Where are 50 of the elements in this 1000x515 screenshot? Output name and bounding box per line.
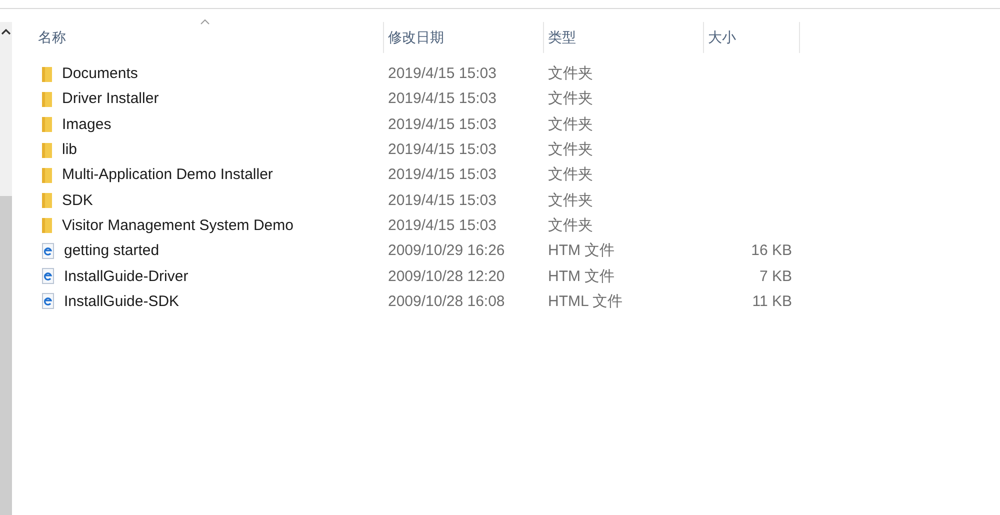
modified-date: 2019/4/15 15:03 xyxy=(388,216,496,234)
modified-date: 2019/4/15 15:03 xyxy=(388,141,496,158)
file-type: HTM 文件 xyxy=(548,241,615,260)
file-type: HTML 文件 xyxy=(548,292,622,311)
modified-date: 2019/4/15 15:03 xyxy=(388,166,496,184)
folder-icon xyxy=(42,192,52,208)
file-type: 文件夹 xyxy=(548,89,593,108)
file-type: 文件夹 xyxy=(548,114,593,134)
modified-date: 2019/4/15 15:03 xyxy=(388,116,496,133)
web-file-icon xyxy=(42,242,54,259)
file-type: 文件夹 xyxy=(548,216,593,235)
modified-date: 2019/4/15 15:03 xyxy=(388,192,496,209)
file-name[interactable]: Documents xyxy=(62,65,138,82)
file-name[interactable]: Multi-Application Demo Installer xyxy=(62,166,273,184)
file-name[interactable]: InstallGuide-Driver xyxy=(64,268,188,285)
scrollbar-thumb[interactable] xyxy=(0,196,12,515)
modified-date: 2009/10/28 16:08 xyxy=(388,292,505,310)
file-size: 16 KB xyxy=(751,242,792,260)
file-type: HTM 文件 xyxy=(548,266,615,286)
file-name[interactable]: Driver Installer xyxy=(62,90,159,108)
file-name[interactable]: getting started xyxy=(64,242,160,260)
folder-icon xyxy=(42,116,52,132)
folder-icon xyxy=(42,142,52,158)
file-type: 文件夹 xyxy=(548,140,593,160)
scroll-up-icon[interactable] xyxy=(1,28,11,36)
file-size: 7 KB xyxy=(759,268,792,285)
file-name[interactable]: InstallGuide-SDK xyxy=(64,292,180,310)
folder-icon xyxy=(42,90,52,107)
file-name[interactable]: Images xyxy=(62,116,112,133)
file-name[interactable]: SDK xyxy=(62,192,93,209)
file-type: 文件夹 xyxy=(548,165,593,184)
file-type: 文件夹 xyxy=(548,190,593,210)
modified-date: 2019/4/15 15:03 xyxy=(388,90,496,108)
column-header[interactable]: 大小 xyxy=(704,22,800,53)
modified-date: 2009/10/29 16:26 xyxy=(388,242,505,260)
file-size: 11 KB xyxy=(752,292,792,310)
column-header[interactable]: 名称 xyxy=(12,22,384,53)
column-header[interactable]: 修改日期 xyxy=(384,22,544,53)
folder-icon xyxy=(42,166,52,183)
modified-date: 2019/4/15 15:03 xyxy=(388,65,496,82)
folder-icon xyxy=(42,66,52,82)
column-header[interactable]: 类型 xyxy=(544,22,704,53)
modified-date: 2009/10/28 12:20 xyxy=(388,268,505,285)
scrollbar[interactable] xyxy=(0,22,12,515)
file-name[interactable]: lib xyxy=(62,141,78,158)
web-file-icon xyxy=(42,293,54,310)
folder-icon xyxy=(42,217,52,234)
file-type: 文件夹 xyxy=(548,64,593,84)
web-file-icon xyxy=(42,268,54,284)
file-name[interactable]: Visitor Management System Demo xyxy=(62,216,294,234)
